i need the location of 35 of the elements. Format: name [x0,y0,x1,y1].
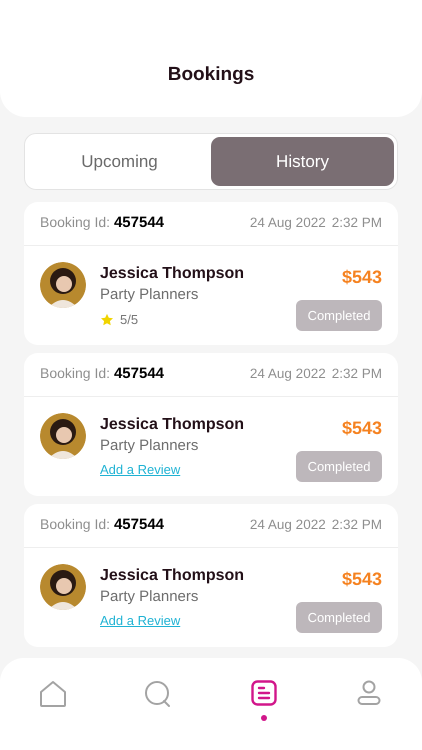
booking-date: 24 Aug 2022 [250,516,326,534]
service-name: Party Planners [100,285,200,305]
rating: 5/5 [120,311,138,329]
star-icon [100,312,114,327]
booking-id: Booking Id: 457544 [40,213,164,234]
price: $543 [342,568,382,591]
avatar [40,262,86,308]
provider-name: Jessica Thompson [100,415,246,435]
booking-time: 2:32 PM [332,516,382,534]
booking-time: 2:32 PM [332,365,382,384]
booking-card[interactable]: Booking Id: 457544 24 Aug 2022 2:32 PM Jessica Thompson Party Planners 5/5 $543 Completed [24,202,398,345]
booking-id: Booking Id: 457544 [40,515,164,536]
status-badge: Completed [296,300,382,331]
provider-name: Jessica Thompson [100,264,246,284]
status-badge: Completed [296,451,382,482]
list-icon[interactable] [250,680,277,706]
booking-id: Booking Id: 457544 [40,364,164,384]
search-icon[interactable] [144,680,172,708]
avatar [40,564,86,610]
avatar [40,413,86,459]
page-title: Bookings [168,62,254,86]
booking-date: 24 Aug 2022 [250,214,326,232]
status-badge: Completed [296,602,382,633]
price: $543 [342,417,382,440]
provider-name: Jessica Thompson [100,566,246,586]
home-icon[interactable] [38,680,67,708]
booking-time: 2:32 PM [332,214,382,232]
service-name: Party Planners [100,587,200,607]
booking-date: 24 Aug 2022 [250,365,326,384]
booking-card[interactable]: Booking Id: 457544 24 Aug 2022 2:32 PM Jessica Thompson Party Planners Add a Review $543 Completed [24,353,398,496]
profile-icon[interactable] [357,680,382,706]
tab[interactable]: History [211,137,394,186]
service-name: Party Planners [100,436,200,456]
price: $543 [342,266,382,289]
booking-card[interactable]: Booking Id: 457544 24 Aug 2022 2:32 PM Jessica Thompson Party Planners Add a Review $543 Completed [24,504,398,647]
